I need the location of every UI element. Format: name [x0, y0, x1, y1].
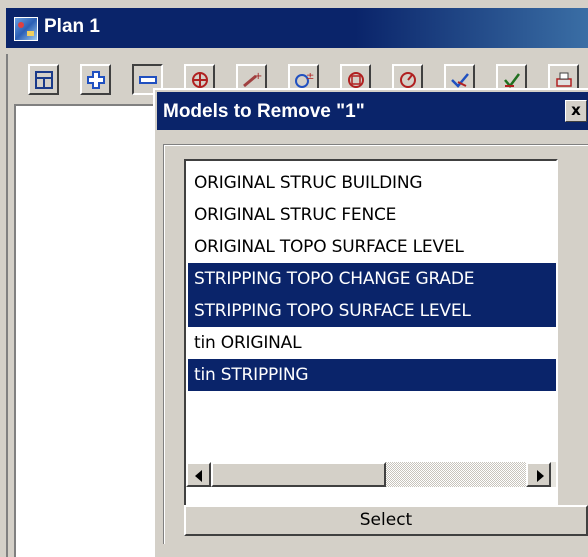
zoom-window-icon [347, 71, 364, 88]
arrow-right-icon [537, 470, 544, 482]
rotate-icon [399, 71, 416, 88]
add-models-icon [86, 70, 105, 89]
remove-models-icon [138, 75, 157, 84]
dialog-title: Models to Remove "1" [163, 101, 365, 122]
plan-window-icon [14, 17, 38, 41]
add-models-button[interactable] [80, 64, 111, 95]
models-listbox[interactable]: ORIGINAL STRUC BUILDING ORIGINAL STRUC F… [184, 159, 558, 511]
list-item[interactable]: STRIPPING TOPO CHANGE GRADE [188, 263, 556, 295]
pan-icon: + [242, 71, 262, 87]
list-item[interactable]: tin ORIGINAL [188, 327, 556, 359]
select-button[interactable]: Select [184, 505, 588, 536]
print-icon [555, 72, 572, 87]
svg-text:+: + [254, 71, 262, 82]
svg-text:±: ± [306, 71, 314, 82]
dialog-title-bar[interactable]: Models to Remove "1" x [157, 92, 588, 130]
list-item[interactable]: ORIGINAL STRUC BUILDING [188, 167, 556, 199]
list-item[interactable]: STRIPPING TOPO SURFACE LEVEL [188, 295, 556, 327]
zoom-in-icon: ± [294, 71, 314, 88]
plan-title: Plan 1 [44, 16, 100, 37]
plan-title-bar[interactable]: Plan 1 [6, 8, 588, 48]
scrollbar-thumb[interactable] [211, 462, 386, 487]
scrollbar-track[interactable] [386, 462, 526, 487]
plan-frame-edge [6, 54, 8, 557]
plot-button[interactable] [28, 64, 59, 95]
plot-icon [34, 70, 53, 89]
horizontal-scrollbar[interactable] [186, 462, 556, 487]
scroll-right-button[interactable] [526, 462, 551, 487]
scroll-left-button[interactable] [186, 462, 211, 487]
list-item[interactable]: tin STRIPPING [188, 359, 556, 391]
close-button[interactable]: x [565, 100, 587, 122]
zoom-extent-icon [191, 71, 208, 88]
list-item[interactable]: ORIGINAL STRUC FENCE [188, 199, 556, 231]
edit-icon [503, 72, 520, 88]
select-icon [450, 72, 469, 88]
arrow-left-icon [195, 470, 202, 482]
close-icon: x [571, 101, 581, 119]
list-item[interactable]: ORIGINAL TOPO SURFACE LEVEL [188, 231, 556, 263]
plan-drawing-area[interactable] [14, 104, 160, 557]
models-list: ORIGINAL STRUC BUILDING ORIGINAL STRUC F… [188, 167, 556, 391]
